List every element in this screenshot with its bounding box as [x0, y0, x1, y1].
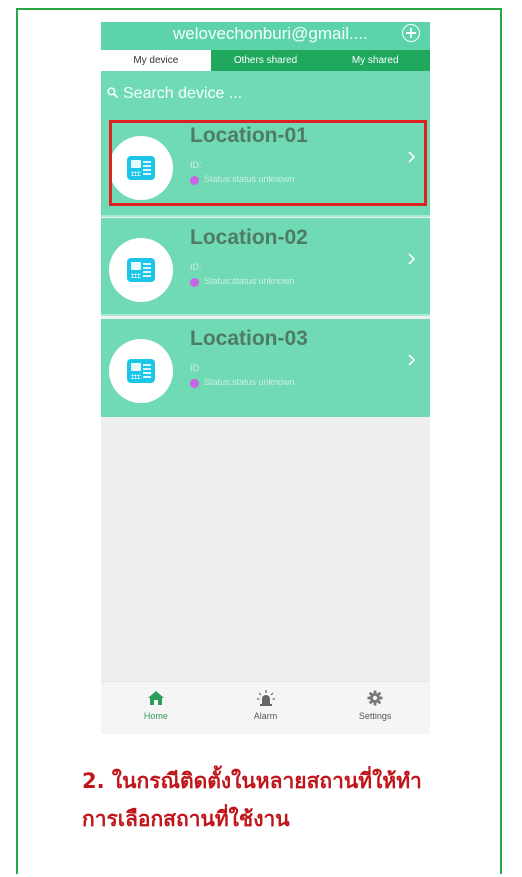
device-name: Location-03	[190, 327, 308, 350]
device-id: ID:	[190, 363, 202, 373]
chevron-right-icon	[408, 253, 416, 265]
device-name: Location-01	[190, 124, 308, 147]
top-bar: welovechonburi@gmail....	[101, 22, 430, 50]
tab-my-device[interactable]: My device	[101, 50, 211, 71]
step-number: 2.	[82, 769, 105, 793]
tab-my-shared[interactable]: My shared	[320, 50, 430, 71]
device-card-location-03[interactable]: Location-03 ID: Status:status unknown	[101, 319, 430, 417]
nav-alarm[interactable]: Alarm	[211, 682, 321, 734]
device-panel-icon	[127, 258, 155, 282]
device-id: ID:	[190, 262, 202, 272]
device-tabs: My device Others shared My shared	[101, 50, 430, 71]
chevron-right-icon	[408, 354, 416, 366]
caption-line-1: 2. ในกรณีติดตั้งในหลายสถานที่ให้ทำ	[82, 762, 502, 800]
device-status: Status:status unknown	[204, 377, 295, 387]
search-bar	[101, 71, 430, 116]
device-card-location-01[interactable]: Location-01 ID: Status:status unknown	[101, 116, 430, 217]
status-dot-icon	[190, 278, 199, 287]
bottom-navigation: Home Alarm Settings	[101, 681, 430, 734]
device-card-location-02[interactable]: Location-02 ID: Status:status unknown	[101, 218, 430, 316]
device-avatar	[109, 339, 173, 403]
alarm-siren-icon	[256, 690, 275, 706]
device-id: ID:	[190, 160, 202, 170]
device-panel-icon	[127, 156, 155, 180]
device-name: Location-02	[190, 226, 308, 249]
phone-screenshot: welovechonburi@gmail.... My device Other…	[101, 22, 430, 734]
nav-home-label: Home	[143, 711, 168, 721]
home-icon	[147, 691, 164, 705]
tab-others-shared[interactable]: Others shared	[210, 50, 321, 71]
caption-line-2: การเลือกสถานที่ใช้งาน	[82, 807, 290, 831]
caption-text-1: ในกรณีติดตั้งในหลายสถานที่ให้ทำ	[104, 769, 422, 793]
chevron-right-icon	[408, 151, 416, 163]
account-email[interactable]: welovechonburi@gmail....	[173, 24, 368, 44]
nav-settings-label: Settings	[358, 711, 392, 721]
status-dot-icon	[190, 379, 199, 388]
instruction-caption: 2. ในกรณีติดตั้งในหลายสถานที่ให้ทำ การเล…	[82, 762, 502, 838]
device-panel-icon	[127, 359, 155, 383]
search-icon	[107, 87, 118, 98]
gear-icon	[367, 690, 383, 706]
device-status: Status:status unknown	[204, 276, 295, 286]
device-avatar	[109, 136, 173, 200]
device-avatar	[109, 238, 173, 302]
search-input[interactable]	[123, 83, 403, 105]
nav-settings[interactable]: Settings	[320, 682, 430, 734]
status-dot-icon	[190, 176, 199, 185]
add-device-icon[interactable]	[402, 24, 420, 42]
device-status: Status:status unknown	[204, 174, 295, 184]
nav-home[interactable]: Home	[101, 682, 211, 734]
nav-alarm-label: Alarm	[253, 711, 278, 721]
